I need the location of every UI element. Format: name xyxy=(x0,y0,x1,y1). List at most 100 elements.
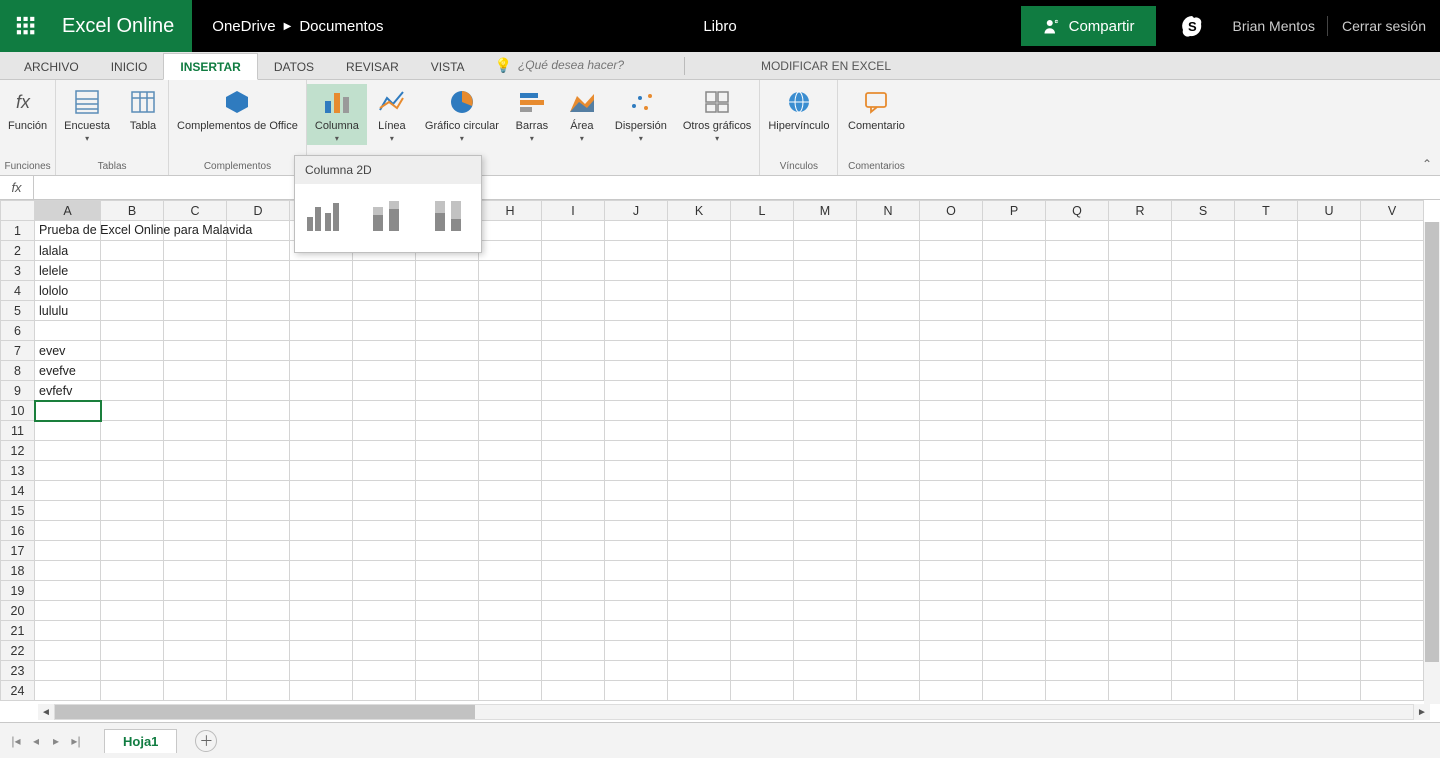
cell[interactable] xyxy=(290,461,353,481)
cell[interactable] xyxy=(164,481,227,501)
cell[interactable] xyxy=(1298,441,1361,461)
scrollbar-track[interactable] xyxy=(54,704,1414,720)
cell[interactable] xyxy=(542,421,605,441)
cell[interactable] xyxy=(227,381,290,401)
tell-me-input[interactable] xyxy=(518,58,678,72)
cell[interactable] xyxy=(164,541,227,561)
cell[interactable] xyxy=(479,461,542,481)
cell[interactable] xyxy=(983,301,1046,321)
cell[interactable] xyxy=(731,261,794,281)
cell[interactable] xyxy=(1235,501,1298,521)
cell[interactable] xyxy=(1046,421,1109,441)
cell[interactable] xyxy=(857,381,920,401)
area-chart-button[interactable]: Área ▾ xyxy=(557,84,607,145)
cell[interactable] xyxy=(731,561,794,581)
cell[interactable] xyxy=(1046,681,1109,701)
cell[interactable] xyxy=(1361,501,1424,521)
cell[interactable]: evefve xyxy=(35,361,101,381)
cell[interactable] xyxy=(101,401,164,421)
cell[interactable] xyxy=(1109,541,1172,561)
cell[interactable] xyxy=(1172,281,1235,301)
cell[interactable] xyxy=(227,261,290,281)
cell[interactable] xyxy=(857,441,920,461)
cell[interactable] xyxy=(101,641,164,661)
cell[interactable] xyxy=(416,681,479,701)
cell[interactable] xyxy=(857,321,920,341)
row-header[interactable]: 14 xyxy=(1,481,35,501)
cell[interactable] xyxy=(227,641,290,661)
cell[interactable] xyxy=(1361,441,1424,461)
cell[interactable]: lalala xyxy=(35,241,101,261)
cell[interactable] xyxy=(605,541,668,561)
cell[interactable] xyxy=(35,601,101,621)
cell[interactable] xyxy=(1235,341,1298,361)
cell[interactable] xyxy=(164,381,227,401)
cell[interactable] xyxy=(1172,621,1235,641)
cell[interactable] xyxy=(416,581,479,601)
cell[interactable] xyxy=(101,381,164,401)
cell[interactable] xyxy=(920,221,983,241)
cell[interactable] xyxy=(1298,541,1361,561)
row-header[interactable]: 3 xyxy=(1,261,35,281)
cell[interactable] xyxy=(857,301,920,321)
column-header[interactable]: U xyxy=(1298,201,1361,221)
cell[interactable] xyxy=(1109,501,1172,521)
cell[interactable] xyxy=(605,681,668,701)
scroll-left-icon[interactable]: ◄ xyxy=(38,704,54,720)
cell[interactable] xyxy=(794,521,857,541)
cell[interactable] xyxy=(605,661,668,681)
cell[interactable] xyxy=(983,581,1046,601)
cell[interactable] xyxy=(920,281,983,301)
cell[interactable] xyxy=(290,621,353,641)
cell[interactable] xyxy=(668,321,731,341)
cell[interactable] xyxy=(731,521,794,541)
cell[interactable] xyxy=(668,541,731,561)
cell[interactable] xyxy=(227,681,290,701)
cell[interactable] xyxy=(290,521,353,541)
cell[interactable] xyxy=(1298,521,1361,541)
add-sheet-button[interactable]: ＋ xyxy=(195,730,217,752)
cell[interactable] xyxy=(920,361,983,381)
cell[interactable] xyxy=(1235,561,1298,581)
cell[interactable] xyxy=(1298,481,1361,501)
cell[interactable] xyxy=(731,681,794,701)
cell[interactable] xyxy=(1046,561,1109,581)
cell[interactable] xyxy=(605,561,668,581)
cell[interactable] xyxy=(983,501,1046,521)
cell[interactable] xyxy=(542,621,605,641)
row-header[interactable]: 23 xyxy=(1,661,35,681)
column-header[interactable]: P xyxy=(983,201,1046,221)
cell[interactable] xyxy=(164,321,227,341)
cell[interactable] xyxy=(1109,581,1172,601)
cell[interactable] xyxy=(605,221,668,241)
cell[interactable] xyxy=(101,541,164,561)
column-header[interactable]: C xyxy=(164,201,227,221)
cell[interactable] xyxy=(1046,381,1109,401)
cell[interactable] xyxy=(290,261,353,281)
cell[interactable] xyxy=(479,621,542,641)
cell[interactable] xyxy=(353,601,416,621)
cell[interactable] xyxy=(794,561,857,581)
cell[interactable] xyxy=(605,341,668,361)
cell[interactable] xyxy=(227,501,290,521)
cell[interactable] xyxy=(542,521,605,541)
cell[interactable] xyxy=(668,621,731,641)
cell[interactable] xyxy=(542,461,605,481)
cell[interactable] xyxy=(668,301,731,321)
cell[interactable]: evev xyxy=(35,341,101,361)
cell[interactable] xyxy=(1298,361,1361,381)
cell[interactable] xyxy=(983,541,1046,561)
cell[interactable] xyxy=(353,661,416,681)
cell[interactable] xyxy=(353,341,416,361)
cell[interactable] xyxy=(227,281,290,301)
cell[interactable] xyxy=(227,541,290,561)
cell[interactable] xyxy=(1109,261,1172,281)
cell[interactable] xyxy=(1235,541,1298,561)
cell[interactable] xyxy=(353,521,416,541)
cell[interactable] xyxy=(101,601,164,621)
cell[interactable] xyxy=(479,581,542,601)
cell[interactable] xyxy=(731,501,794,521)
cell[interactable] xyxy=(35,661,101,681)
cell[interactable] xyxy=(353,361,416,381)
cell[interactable] xyxy=(35,441,101,461)
